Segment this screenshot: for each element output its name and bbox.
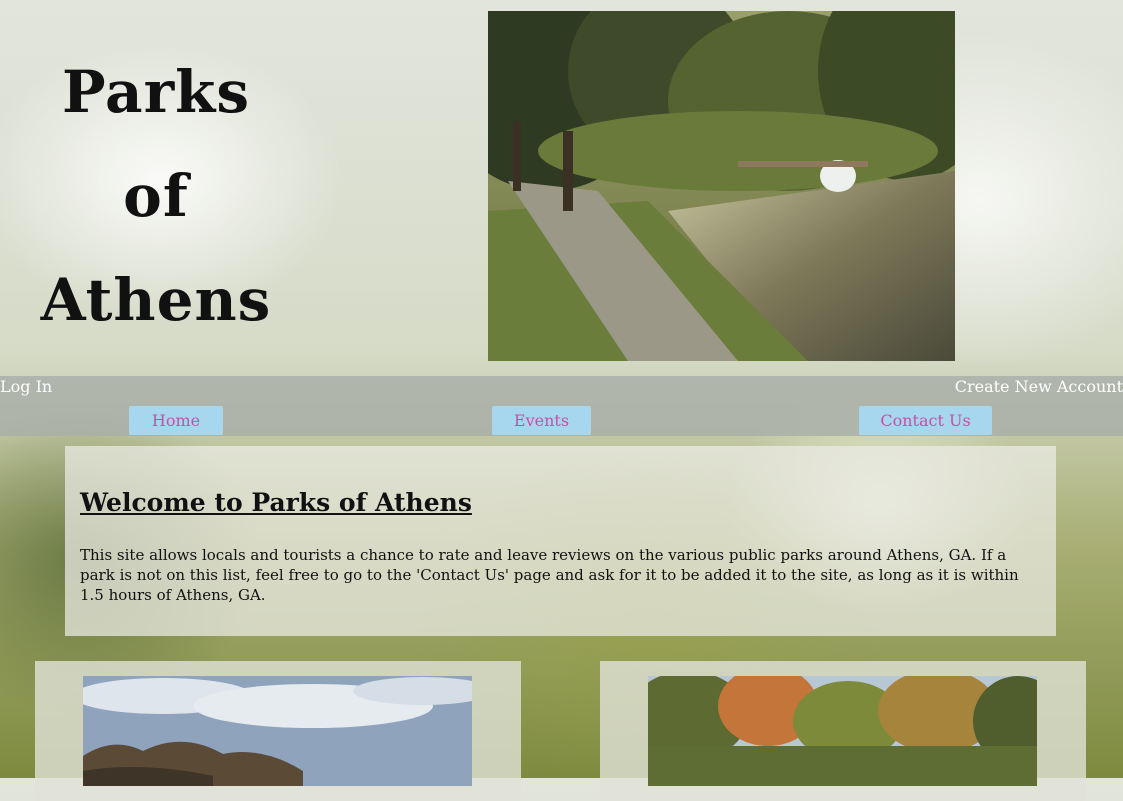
hero-park-pond-image — [488, 11, 955, 361]
site-title: Parks of Athens — [40, 40, 272, 352]
navbar: Log In Create New Account Home Events Co… — [0, 376, 1123, 436]
nav-home-button[interactable]: Home — [129, 406, 223, 435]
nav-contact-button[interactable]: Contact Us — [859, 406, 992, 435]
welcome-heading: Welcome to Parks of Athens — [80, 488, 472, 517]
site-title-line-3: Athens — [40, 266, 272, 334]
site-title-line-2: of — [123, 162, 189, 230]
nav-events-button[interactable]: Events — [492, 406, 591, 435]
site-title-line-1: Parks — [61, 58, 251, 126]
login-link[interactable]: Log In — [0, 377, 52, 397]
park-card[interactable] — [600, 661, 1086, 801]
welcome-panel: Welcome to Parks of Athens This site all… — [65, 446, 1056, 636]
welcome-description: This site allows locals and tourists a c… — [80, 546, 1019, 604]
park-card-image[interactable] — [83, 676, 472, 786]
create-account-link[interactable]: Create New Account — [955, 377, 1123, 397]
park-card[interactable] — [35, 661, 521, 801]
park-card-image[interactable] — [648, 676, 1037, 786]
